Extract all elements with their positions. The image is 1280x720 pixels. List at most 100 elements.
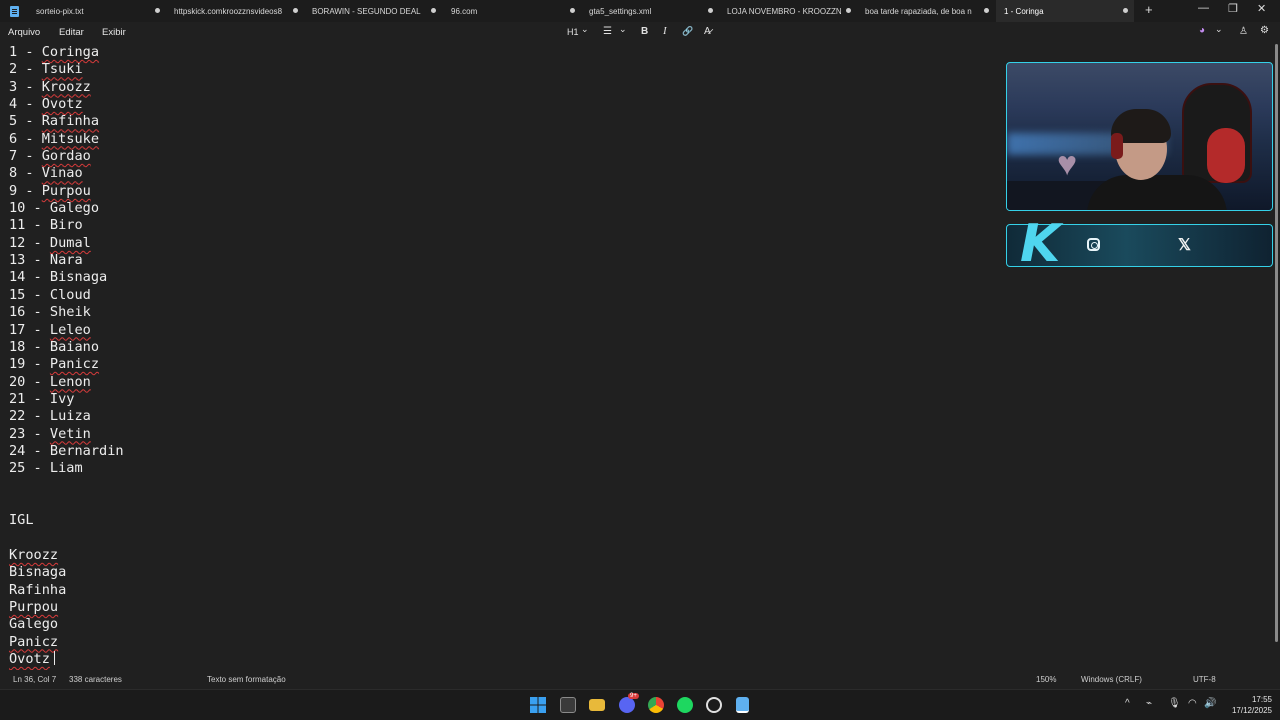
tab-1-coringa[interactable]: 1 - Coringa: [996, 0, 1134, 22]
text-line[interactable]: 13 - Nara: [9, 252, 999, 269]
tab-loja-novembro[interactable]: LOJA NOVEMBRO - KROOZZN: [719, 0, 857, 22]
text-line[interactable]: 21 - Ivy: [9, 391, 999, 408]
text-line[interactable]: 25 - Liam: [9, 460, 999, 477]
tab-kick-videos[interactable]: httpskick.comkroozznsvideos8: [166, 0, 304, 22]
tray-overflow-chevron-icon[interactable]: ^: [1125, 698, 1130, 709]
maximize-button[interactable]: ❐: [1228, 2, 1238, 15]
tab-borawin[interactable]: BORAWIN - SEGUNDO DEAL: [304, 0, 442, 22]
text-line[interactable]: 14 - Bisnaga: [9, 269, 999, 286]
file-explorer-icon[interactable]: [589, 699, 605, 711]
text-line[interactable]: 15 - Cloud: [9, 287, 999, 304]
text-line[interactable]: 2 - Tsuki: [9, 61, 999, 78]
text-line[interactable]: 19 - Panicz: [9, 356, 999, 373]
player-name: Baiano: [49, 338, 100, 355]
tab-sorteio-pix[interactable]: sorteio-pix.txt: [28, 0, 166, 22]
system-clock[interactable]: 17:55 17/12/2025: [1224, 694, 1272, 716]
text-line[interactable]: Purpou: [9, 599, 999, 616]
close-button[interactable]: ✕: [1257, 2, 1266, 15]
line-number-prefix: 2 -: [9, 61, 42, 78]
list-button-icon[interactable]: ☰: [603, 26, 612, 37]
wifi-icon[interactable]: ◠: [1188, 698, 1197, 709]
text-editor[interactable]: 1 - Coringa 2 - Tsuki 3 - Kroozz 4 - Ovotz 5…: [9, 44, 999, 668]
clear-formatting-icon[interactable]: A̷: [704, 26, 711, 37]
text-line[interactable]: 3 - Kroozz: [9, 79, 999, 96]
copilot-chevron-icon[interactable]: ⌄: [1215, 24, 1223, 35]
text-line[interactable]: 10 - Galego: [9, 200, 999, 217]
text-line[interactable]: 6 - Mitsuke: [9, 131, 999, 148]
spotify-icon[interactable]: [677, 697, 693, 713]
tab-gta5-settings[interactable]: gta5_settings.xml: [581, 0, 719, 22]
chrome-icon[interactable]: [648, 697, 664, 713]
new-tab-button[interactable]: +: [1145, 2, 1153, 17]
text-line[interactable]: Galego: [9, 616, 999, 633]
unsaved-dot-icon: [984, 8, 989, 13]
text-line[interactable]: Ovotz: [9, 651, 999, 668]
notepad-taskbar-icon[interactable]: [736, 697, 749, 713]
line-number-prefix: 23 -: [9, 425, 50, 442]
minimize-button[interactable]: —: [1198, 2, 1209, 14]
account-icon[interactable]: ♙: [1239, 26, 1248, 37]
task-view-icon[interactable]: [560, 697, 576, 713]
text-line[interactable]: 7 - Gordao: [9, 148, 999, 165]
text-line[interactable]: 24 - Bernardin: [9, 443, 999, 460]
text-line[interactable]: Bisnaga: [9, 564, 999, 581]
text-line[interactable]: 17 - Leleo: [9, 322, 999, 339]
heading-chevron-icon[interactable]: ⌄: [581, 24, 589, 35]
headset-icon: [1111, 133, 1123, 159]
clock-time: 17:55: [1251, 695, 1272, 704]
heading-button[interactable]: H1: [567, 27, 579, 37]
tab-96com[interactable]: 96.com: [443, 0, 581, 22]
text-line[interactable]: IGL: [9, 512, 999, 529]
line-number-prefix: 3 -: [9, 78, 42, 95]
text-line[interactable]: 9 - Purpou: [9, 183, 999, 200]
text-line[interactable]: 18 - Baiano: [9, 339, 999, 356]
text-line[interactable]: 11 - Biro: [9, 217, 999, 234]
clock-date: 17/12/2025: [1231, 706, 1272, 715]
unsaved-dot-icon: [1123, 8, 1128, 13]
text-line[interactable]: [9, 495, 999, 512]
list-chevron-icon[interactable]: ⌄: [619, 24, 627, 35]
vertical-scrollbar[interactable]: [1275, 44, 1278, 642]
menu-editar[interactable]: Editar: [59, 27, 84, 38]
webcam-overlay: ♥: [1006, 62, 1273, 211]
text-line[interactable]: 12 - Dumal: [9, 235, 999, 252]
text-line[interactable]: Rafinha: [9, 582, 999, 599]
italic-button[interactable]: I: [663, 25, 667, 37]
start-windows-icon[interactable]: [530, 697, 546, 713]
network-icon[interactable]: ⌁: [1146, 698, 1152, 709]
text-line[interactable]: 8 - Vinao: [9, 165, 999, 182]
text-line[interactable]: 1 - Coringa: [9, 44, 999, 61]
text-line[interactable]: 4 - Ovotz: [9, 96, 999, 113]
text-line[interactable]: 20 - Lenon: [9, 374, 999, 391]
player-name: Ovotz: [9, 651, 50, 668]
player-name: Sheik: [49, 304, 91, 321]
text-line[interactable]: [9, 478, 999, 495]
volume-icon[interactable]: 🔊: [1204, 698, 1216, 709]
zoom-level[interactable]: 150%: [1036, 675, 1056, 684]
settings-gear-icon[interactable]: ⚙: [1260, 25, 1269, 36]
text-line[interactable]: Panicz: [9, 634, 999, 651]
menu-exibir[interactable]: Exibir: [102, 27, 126, 38]
format-mode[interactable]: Texto sem formatação: [207, 675, 286, 684]
menu-arquivo[interactable]: Arquivo: [8, 27, 40, 38]
text-line[interactable]: 16 - Sheik: [9, 304, 999, 321]
bold-button[interactable]: B: [641, 26, 648, 37]
line-ending[interactable]: Windows (CRLF): [1081, 675, 1142, 684]
text-line[interactable]: Kroozz: [9, 547, 999, 564]
text-line[interactable]: 23 - Vetin: [9, 426, 999, 443]
unsaved-dot-icon: [708, 8, 713, 13]
discord-icon[interactable]: 9+: [619, 693, 639, 713]
obs-icon[interactable]: [706, 697, 722, 713]
line-number-prefix: 13 -: [9, 252, 50, 269]
link-icon[interactable]: 🔗: [682, 26, 693, 37]
line-number-prefix: 17 -: [9, 321, 50, 338]
player-name: Dumal: [49, 234, 91, 251]
text-line[interactable]: 22 - Luiza: [9, 408, 999, 425]
microphone-icon[interactable]: 🎙: [1168, 698, 1181, 709]
windows-taskbar: 9+ ^ ⌁ 🎙 ◠ 🔊 17:55 17/12/2025: [0, 689, 1280, 720]
tab-boa-tarde[interactable]: boa tarde rapaziada, de boa n: [857, 0, 995, 22]
encoding[interactable]: UTF-8: [1193, 675, 1216, 684]
copilot-icon[interactable]: ◕: [1199, 25, 1205, 36]
text-line[interactable]: [9, 530, 999, 547]
text-line[interactable]: 5 - Rafinha: [9, 113, 999, 130]
